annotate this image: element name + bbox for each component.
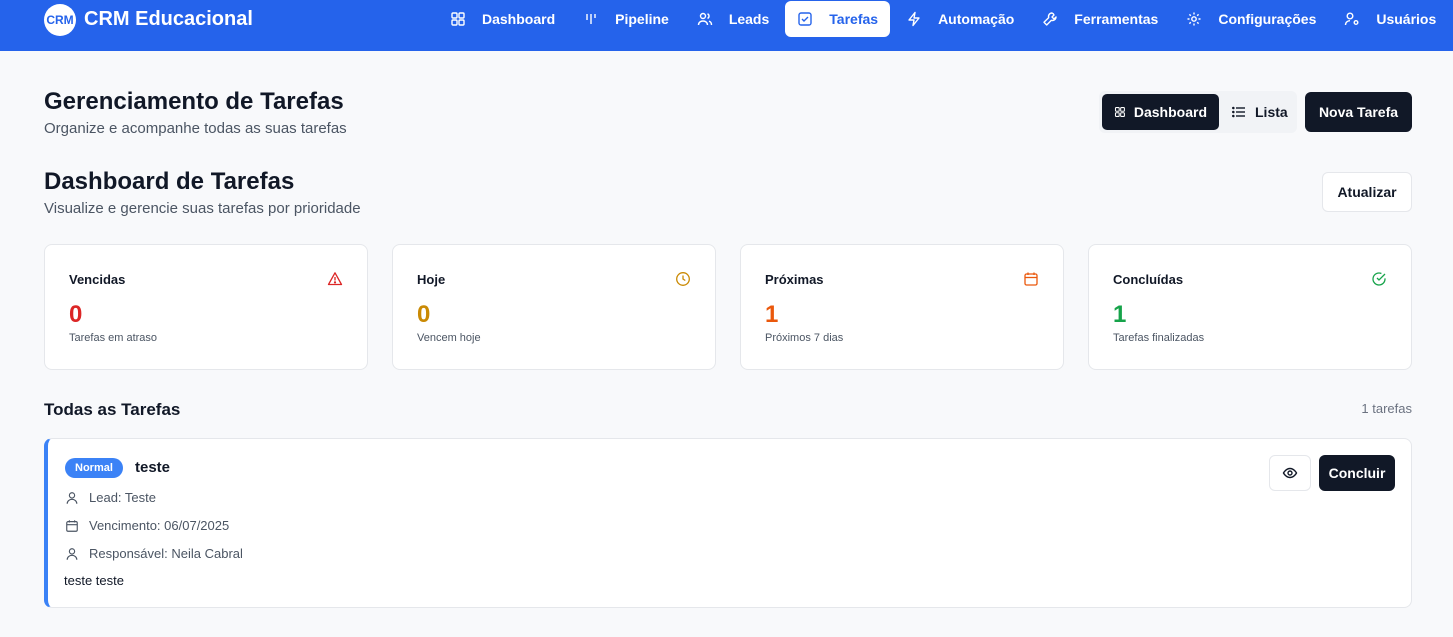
app-name: CRM Educacional <box>84 8 253 30</box>
nav-item-leads[interactable]: Leads <box>685 1 781 37</box>
new-task-button[interactable]: Nova Tarefa <box>1305 92 1412 132</box>
task-count: 1 tarefas <box>1361 401 1412 416</box>
stat-card-completed: Concluídas 1 Tarefas finalizadas <box>1088 244 1412 370</box>
view-dashboard-button[interactable]: Dashboard <box>1102 94 1219 130</box>
dashboard-title: Dashboard de Tarefas <box>44 168 295 195</box>
stat-card-upcoming: Próximas 1 Próximos 7 dias <box>740 244 1064 370</box>
stat-label: Próximas <box>765 272 824 287</box>
stat-description: Próximos 7 dias <box>765 332 844 344</box>
nav-item-pipeline[interactable]: Pipeline <box>571 1 681 37</box>
page-title: Gerenciamento de Tarefas <box>44 88 344 115</box>
stat-label: Vencidas <box>69 272 126 287</box>
calendar-icon <box>66 519 78 532</box>
task-title: teste <box>135 459 171 476</box>
check-circle-icon <box>1372 272 1386 286</box>
nav-item-label: Tarefas <box>829 11 879 27</box>
stat-value: 0 <box>69 301 83 328</box>
nav-item-label: Dashboard <box>482 11 556 27</box>
priority-badge: Normal <box>65 458 123 478</box>
wrench-icon <box>1043 12 1057 26</box>
nav-item-label: Configurações <box>1218 11 1317 27</box>
nav-item-label: Leads <box>728 11 770 27</box>
stat-description: Tarefas em atraso <box>69 332 158 344</box>
alert-triangle-icon <box>327 272 343 286</box>
nav-item-dashboard[interactable]: Dashboard <box>438 1 567 37</box>
nav-item-label: Pipeline <box>615 11 669 27</box>
task-owner-text: Responsável: Neila Cabral <box>89 546 243 561</box>
view-task-button[interactable] <box>1269 455 1311 491</box>
user-icon <box>66 491 78 504</box>
task-lead-text: Lead: Teste <box>89 490 156 505</box>
view-list-button[interactable]: Lista <box>1219 94 1300 130</box>
user-cog-icon <box>1345 12 1359 26</box>
nav-item-tarefas[interactable]: Tarefas <box>785 1 891 37</box>
refresh-button[interactable]: Atualizar <box>1322 172 1412 212</box>
pipeline-icon <box>586 14 596 24</box>
brand[interactable]: CRM CRM Educacional <box>44 3 253 36</box>
top-navbar: CRM CRM Educacional Dashboard Pipeline L… <box>0 0 1453 51</box>
stat-card-overdue: Vencidas 0 Tarefas em atraso <box>44 244 368 370</box>
task-list-title: Todas as Tarefas <box>44 400 181 419</box>
dashboard-subtitle: Visualize e gerencie suas tarefas por pr… <box>44 200 361 217</box>
view-toggle: Dashboard Lista <box>1099 91 1297 133</box>
nav-item-ferramentas[interactable]: Ferramentas <box>1030 1 1170 37</box>
task-due-date: Vencimento: 06/07/2025 <box>65 518 229 533</box>
task-card[interactable]: Normal teste Lead: Teste Vencimento: 06/… <box>44 438 1412 608</box>
user-icon <box>66 547 78 560</box>
nav-item-usuarios[interactable]: Usuários <box>1332 1 1448 37</box>
nav-item-label: Automação <box>938 11 1015 27</box>
layout-grid-icon <box>1114 107 1125 117</box>
view-list-label: Lista <box>1255 104 1288 120</box>
clock-icon <box>676 272 690 286</box>
stat-value: 1 <box>1113 301 1127 328</box>
view-dashboard-label: Dashboard <box>1133 104 1207 120</box>
eye-icon <box>1282 467 1298 479</box>
list-icon <box>1231 106 1245 118</box>
nav-item-label: Usuários <box>1376 11 1437 27</box>
brand-logo: CRM <box>44 3 76 36</box>
nav-item-configuracoes[interactable]: Configurações <box>1174 1 1328 37</box>
stat-card-today: Hoje 0 Vencem hoje <box>392 244 716 370</box>
calendar-icon <box>1024 272 1038 286</box>
complete-task-button[interactable]: Concluir <box>1319 455 1395 491</box>
nav-item-label: Ferramentas <box>1074 11 1159 27</box>
checkbox-icon <box>798 12 812 26</box>
stat-label: Hoje <box>417 272 446 287</box>
layout-grid-icon <box>451 12 465 26</box>
zap-icon <box>908 11 920 27</box>
task-due-text: Vencimento: 06/07/2025 <box>89 518 230 533</box>
stat-value: 0 <box>417 301 431 328</box>
stat-description: Tarefas finalizadas <box>1113 332 1205 344</box>
users-icon <box>697 12 713 26</box>
gear-icon <box>1187 12 1201 26</box>
stat-description: Vencem hoje <box>417 332 481 344</box>
stat-label: Concluídas <box>1113 272 1184 287</box>
nav-item-automacao[interactable]: Automação <box>894 1 1026 37</box>
page-subtitle: Organize e acompanhe todas as suas taref… <box>44 120 347 137</box>
task-owner: Responsável: Neila Cabral <box>65 546 243 561</box>
stat-value: 1 <box>765 301 779 328</box>
nav-menu: Dashboard Pipeline Leads Tarefas Automaç… <box>438 1 1452 37</box>
task-description: teste teste <box>64 573 124 588</box>
task-lead: Lead: Teste <box>65 490 156 505</box>
